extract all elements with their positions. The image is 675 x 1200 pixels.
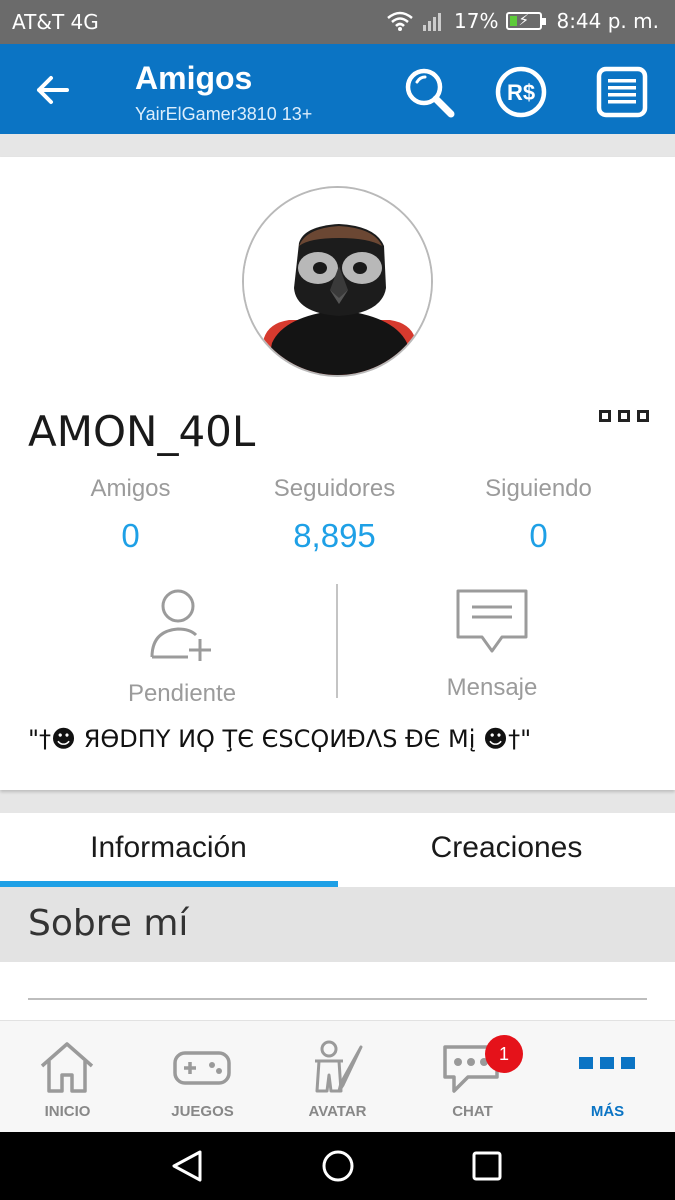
profile-tabs: Información Creaciones bbox=[0, 813, 675, 887]
avatar-edit-icon bbox=[315, 1040, 363, 1093]
arrow-left-icon bbox=[37, 76, 69, 104]
stat-value: 0 bbox=[529, 517, 548, 554]
pending-friend-button[interactable]: Pendiente bbox=[72, 587, 292, 708]
about-section-header: Sobre mí bbox=[0, 887, 675, 962]
app-bar: Amigos YairElGamer3810 13+ R$ bbox=[0, 44, 675, 134]
system-back-icon[interactable] bbox=[168, 1148, 208, 1184]
robux-icon: R$ bbox=[495, 66, 547, 118]
avatar-image bbox=[244, 188, 431, 375]
about-body bbox=[0, 962, 675, 1020]
search-button[interactable] bbox=[401, 64, 457, 120]
system-home-icon[interactable] bbox=[318, 1148, 358, 1184]
more-options-button[interactable] bbox=[599, 410, 649, 422]
status-bar-right: 17% ⚡ 8:44 p. m. bbox=[386, 9, 659, 33]
nav-label: JUEGOS bbox=[171, 1103, 234, 1120]
nav-label: AVATAR bbox=[308, 1103, 367, 1120]
profile-username: AMON_40L bbox=[28, 407, 256, 456]
battery-percent: 17% bbox=[454, 9, 499, 33]
more-icon bbox=[579, 1057, 635, 1069]
stat-following[interactable]: Siguiendo 0 bbox=[426, 475, 651, 555]
nav-home[interactable]: INICIO bbox=[0, 1021, 135, 1133]
tab-information[interactable]: Información bbox=[0, 813, 337, 887]
search-icon bbox=[405, 68, 455, 118]
actions-divider bbox=[336, 584, 338, 698]
list-menu-icon bbox=[596, 66, 648, 118]
signal-icon bbox=[423, 13, 442, 31]
profile-card: AMON_40L Amigos 0 Seguidores 8,895 Sigui… bbox=[0, 157, 675, 790]
gamepad-icon bbox=[173, 1051, 231, 1085]
nav-label: INICIO bbox=[44, 1103, 91, 1120]
system-nav-bar bbox=[0, 1132, 675, 1200]
stat-label: Siguiendo bbox=[485, 475, 592, 502]
dot-icon bbox=[618, 410, 630, 422]
robux-button[interactable]: R$ bbox=[493, 64, 549, 120]
page-subtitle: YairElGamer3810 13+ bbox=[135, 104, 313, 124]
page-title: Amigos bbox=[135, 60, 253, 96]
stat-value: 0 bbox=[121, 517, 140, 554]
nav-label: MÁS bbox=[590, 1103, 625, 1120]
nav-chat[interactable]: CHAT bbox=[405, 1021, 540, 1133]
profile-status: "†☻ ЯӨDПY ИϘ ŢЄ ЄSCϘИÐΛS ÐЄ Mį ☻†" bbox=[28, 725, 532, 753]
clock: 8:44 p. m. bbox=[556, 9, 659, 33]
message-label: Mensaje bbox=[446, 674, 538, 701]
about-divider bbox=[28, 998, 647, 1000]
nav-more[interactable]: MÁS bbox=[540, 1021, 675, 1133]
tab-creations[interactable]: Creaciones bbox=[338, 813, 675, 887]
bottom-nav: INICIO JUEGOS AVATAR CHAT MÁS bbox=[0, 1020, 675, 1132]
svg-text:R$: R$ bbox=[507, 80, 535, 105]
menu-button[interactable] bbox=[594, 64, 650, 120]
avatar bbox=[242, 186, 433, 377]
home-icon bbox=[40, 1042, 94, 1093]
nav-avatar[interactable]: AVATAR bbox=[270, 1021, 405, 1133]
stat-followers[interactable]: Seguidores 8,895 bbox=[222, 475, 447, 555]
stat-value: 8,895 bbox=[293, 517, 376, 554]
chat-notification-badge: 1 bbox=[485, 1035, 523, 1073]
carrier-label: AT&T 4G bbox=[12, 10, 99, 34]
nav-label: CHAT bbox=[452, 1103, 493, 1120]
message-icon bbox=[456, 589, 528, 653]
stat-label: Amigos bbox=[90, 475, 171, 502]
nav-games[interactable]: JUEGOS bbox=[135, 1021, 270, 1133]
message-button[interactable]: Mensaje bbox=[382, 587, 602, 702]
stat-label: Seguidores bbox=[273, 475, 396, 502]
system-recents-icon[interactable] bbox=[467, 1148, 507, 1184]
add-friend-icon bbox=[150, 589, 211, 661]
dot-icon bbox=[637, 410, 649, 422]
pending-label: Pendiente bbox=[127, 680, 237, 707]
stat-friends[interactable]: Amigos 0 bbox=[18, 475, 243, 555]
status-bar: AT&T 4G 17% ⚡ 8:44 p. m. bbox=[0, 0, 675, 44]
wifi-icon bbox=[387, 11, 413, 31]
battery-icon: ⚡ bbox=[506, 11, 547, 30]
about-title: Sobre mí bbox=[28, 903, 189, 944]
back-button[interactable] bbox=[26, 68, 78, 112]
dot-icon bbox=[599, 410, 611, 422]
